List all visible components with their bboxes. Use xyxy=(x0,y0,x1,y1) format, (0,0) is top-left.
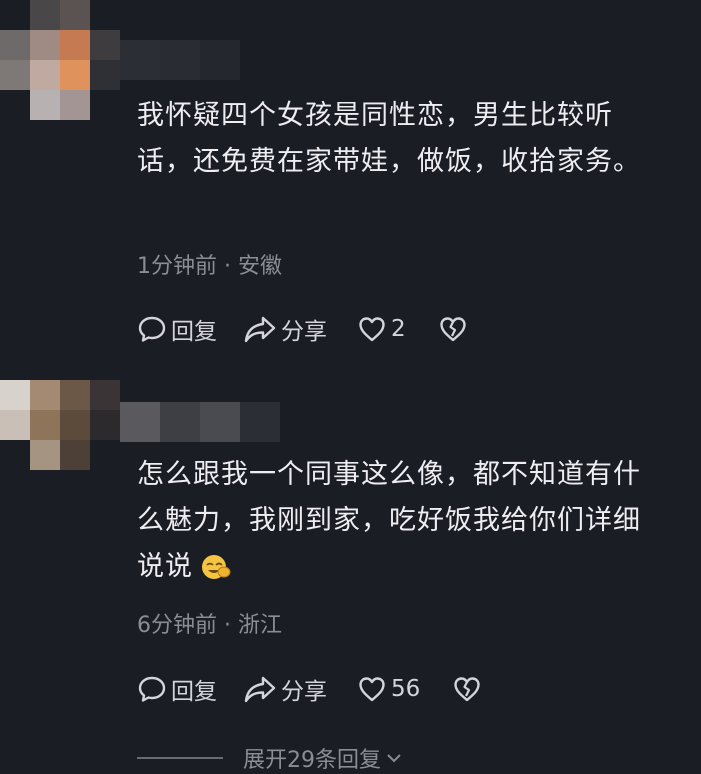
like-count: 2 xyxy=(391,316,406,342)
like-button[interactable]: 56 xyxy=(357,674,420,704)
share-button[interactable]: 分享 xyxy=(243,672,327,706)
like-button[interactable]: 2 xyxy=(357,314,406,344)
comment-location: 浙江 xyxy=(237,613,282,638)
comment-actions: 回复 分享 56 xyxy=(137,672,482,706)
avatar[interactable] xyxy=(0,380,120,470)
comment-item: 我怀疑四个女孩是同性恋，男生比较听话，还免费在家带娃，做饭，收拾家务。 1分钟前… xyxy=(0,0,701,370)
expand-replies-button[interactable]: 展开29条回复 xyxy=(137,742,403,774)
speech-bubble-icon xyxy=(138,316,166,342)
broken-heart-icon xyxy=(439,317,466,342)
reply-label: 回复 xyxy=(171,679,217,705)
comment-item: 怎么跟我一个同事这么像，都不知道有什么魅力，我刚到家，吃好饭我给你们详细说说 6… xyxy=(0,370,701,730)
speech-bubble-icon xyxy=(138,676,166,702)
comment-meta: 1分钟前 · 安徽 xyxy=(137,248,282,280)
username-blurred[interactable] xyxy=(120,40,240,80)
expand-replies-label: 展开29条回复 xyxy=(243,748,381,773)
comment-location: 安徽 xyxy=(237,254,282,279)
laughing-cover-face-emoji-icon xyxy=(202,555,231,579)
meta-separator: · xyxy=(217,613,238,638)
broken-heart-icon xyxy=(454,677,480,702)
username-blurred[interactable] xyxy=(120,402,280,442)
comment-time: 6分钟前 xyxy=(137,613,217,638)
heart-icon xyxy=(359,677,385,702)
reply-label: 回复 xyxy=(171,319,217,345)
share-arrow-icon xyxy=(244,316,276,343)
chevron-down-icon xyxy=(387,754,401,763)
share-button[interactable]: 分享 xyxy=(243,312,327,346)
reply-button[interactable]: 回复 xyxy=(137,672,217,706)
avatar[interactable] xyxy=(0,0,120,120)
heart-icon xyxy=(359,317,385,342)
meta-separator: · xyxy=(217,254,238,279)
like-count: 56 xyxy=(391,676,421,702)
share-label: 分享 xyxy=(281,319,327,345)
comment-time: 1分钟前 xyxy=(137,254,217,279)
comment-actions: 回复 分享 2 xyxy=(137,312,468,346)
share-arrow-icon xyxy=(244,676,276,703)
dislike-button[interactable] xyxy=(452,674,482,704)
comment-meta: 6分钟前 · 浙江 xyxy=(137,607,282,639)
reply-button[interactable]: 回复 xyxy=(137,312,217,346)
divider-line xyxy=(137,757,223,759)
comment-text: 我怀疑四个女孩是同性恋，男生比较听话，还免费在家带娃，做饭，收拾家务。 xyxy=(137,100,641,177)
dislike-button[interactable] xyxy=(438,314,468,344)
share-label: 分享 xyxy=(281,679,327,705)
comment-text: 怎么跟我一个同事这么像，都不知道有什么魅力，我刚到家，吃好饭我给你们详细说说 xyxy=(137,452,657,590)
